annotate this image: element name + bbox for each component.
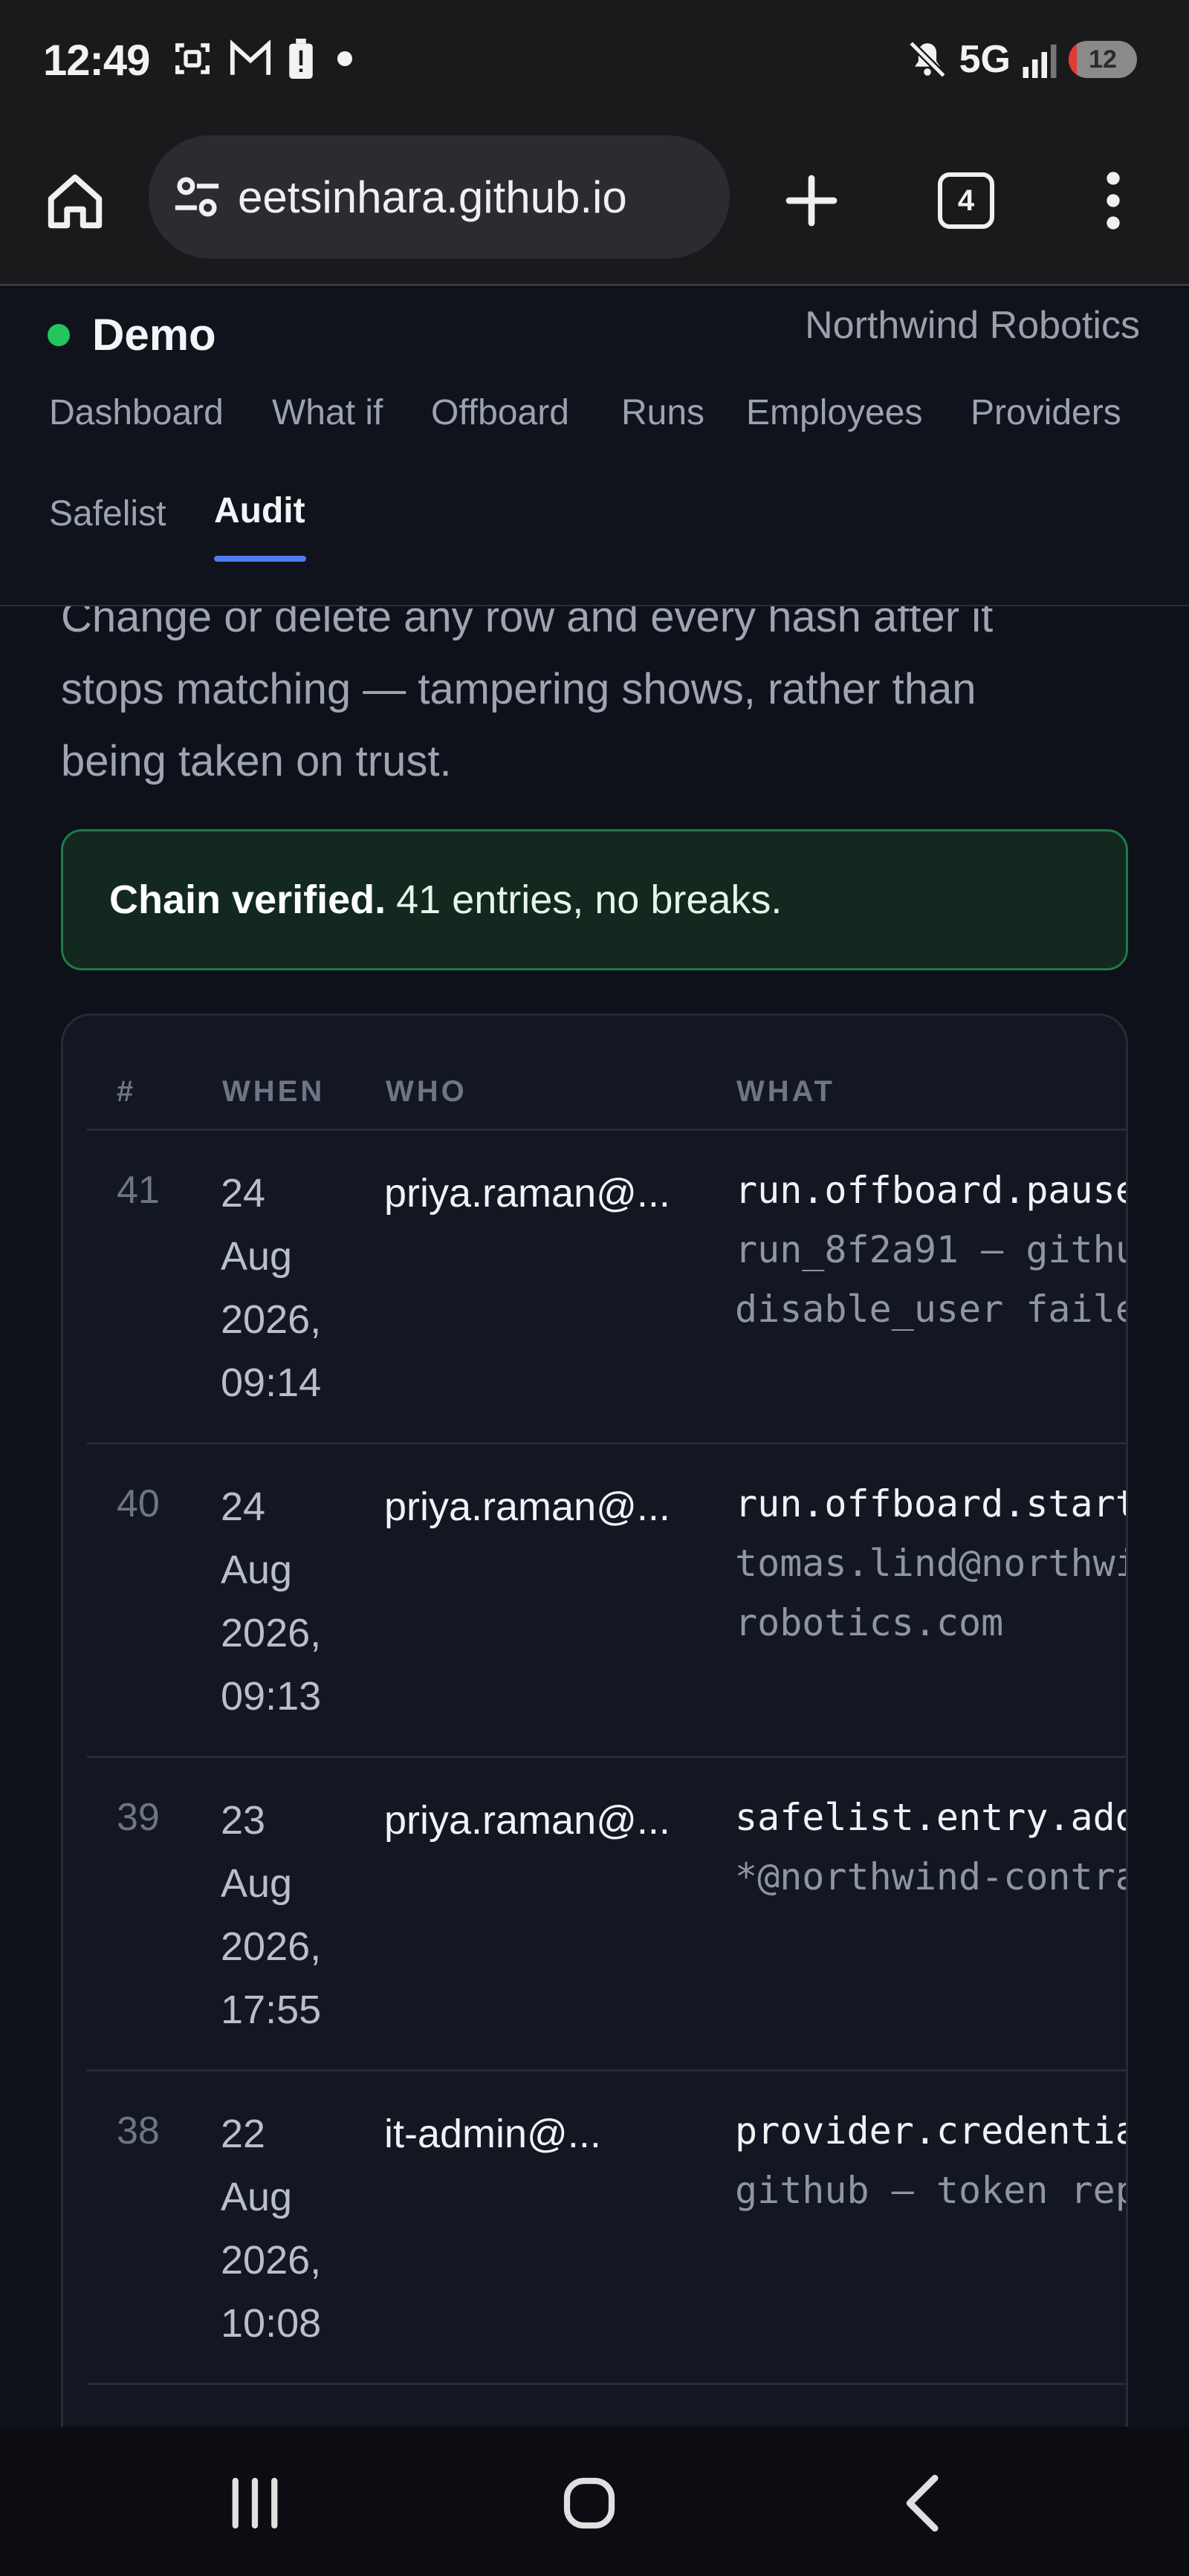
row-when: 22 Aug 2026, 10:08 bbox=[221, 2112, 322, 2346]
url-bar[interactable]: eetsinhara.github.io bbox=[149, 135, 730, 259]
row-what: run.offboard.paused run_8f2a91 — github … bbox=[735, 1161, 1128, 1339]
audit-page: Change or delete any row and every hash … bbox=[0, 606, 1189, 2427]
row-who: priya.raman@... bbox=[384, 1798, 670, 1843]
tab-switcher-button[interactable]: 4 bbox=[938, 172, 994, 229]
signal-icon bbox=[1023, 45, 1057, 78]
network-type: 5G bbox=[959, 38, 1011, 81]
chain-verified-banner: Chain verified. 41 entries, no breaks. bbox=[61, 829, 1128, 970]
row-what: provider.credentials github — token repl… bbox=[735, 2101, 1126, 2220]
row-when: 24 Aug 2026, 09:14 bbox=[221, 1171, 322, 1405]
table-row[interactable]: 41 24 Aug 2026, 09:14 priya.raman@... ru… bbox=[87, 1129, 1128, 1442]
row-detail: run_8f2a91 — github bbox=[735, 1228, 1128, 1271]
brand[interactable]: Demo bbox=[48, 309, 216, 360]
row-detail: robotics.com bbox=[735, 1601, 1004, 1644]
status-icons-left bbox=[172, 39, 360, 79]
more-menu-icon[interactable] bbox=[1098, 171, 1128, 230]
column-header-number: # bbox=[117, 1075, 137, 1108]
table-row[interactable]: 38 22 Aug 2026, 10:08 it-admin@... provi… bbox=[87, 2069, 1126, 2383]
tab-runs[interactable]: Runs bbox=[621, 392, 704, 433]
url-text[interactable]: eetsinhara.github.io bbox=[238, 172, 627, 223]
site-settings-icon[interactable] bbox=[171, 171, 223, 223]
table-row[interactable]: 39 23 Aug 2026, 17:55 priya.raman@... sa… bbox=[87, 1756, 1126, 2069]
row-when: 21 bbox=[221, 2416, 340, 2427]
battery-fill bbox=[1069, 41, 1078, 78]
recents-icon[interactable] bbox=[221, 2470, 288, 2537]
row-what: run.offboard.started tomas.lind@northwin… bbox=[735, 1474, 1126, 1652]
tab-offboard[interactable]: Offboard bbox=[431, 392, 569, 433]
screenshot-icon bbox=[175, 43, 210, 74]
mute-icon bbox=[908, 40, 946, 79]
tab-employees[interactable]: Employees bbox=[746, 392, 922, 433]
row-action: run.offboard.paused bbox=[735, 1169, 1128, 1212]
app-header: Demo Northwind Robotics Dashboard What i… bbox=[0, 288, 1189, 606]
intro-line-3: being taken on trust. bbox=[61, 737, 452, 785]
row-number: 41 bbox=[117, 1169, 160, 1212]
row-detail: github — token replaced bbox=[735, 2169, 1126, 2212]
row-action: safelist.entry.added bbox=[735, 1796, 1126, 1839]
row-number: 38 bbox=[117, 2109, 160, 2152]
verified-title: Chain verified. bbox=[109, 877, 386, 922]
tab-what-if[interactable]: What if bbox=[272, 392, 383, 433]
tab-audit[interactable]: Audit bbox=[214, 490, 305, 531]
row-when: 24 Aug 2026, 09:13 bbox=[221, 1485, 322, 1719]
battery-alert-icon bbox=[289, 39, 313, 79]
home-nav-icon[interactable] bbox=[556, 2470, 623, 2537]
row-who: priya.raman@... bbox=[384, 1171, 670, 1216]
status-icons-right: 5G 12 bbox=[906, 37, 1137, 82]
status-time: 12:49 bbox=[43, 36, 150, 85]
verified-detail: 41 entries, no breaks. bbox=[396, 877, 783, 922]
battery-icon: 12 bbox=[1069, 41, 1137, 78]
intro-line-2: stops matching — tampering shows, rather… bbox=[61, 665, 976, 713]
new-tab-icon[interactable] bbox=[782, 171, 841, 230]
tab-dashboard[interactable]: Dashboard bbox=[49, 392, 224, 433]
column-header-who: WHO bbox=[386, 1075, 467, 1108]
row-action: run.offboard.started bbox=[735, 1482, 1126, 1525]
row-action: provider.credentials bbox=[735, 2109, 1126, 2152]
dot-icon bbox=[337, 51, 352, 66]
row-number: 39 bbox=[117, 1796, 160, 1839]
row-number: 40 bbox=[117, 1482, 160, 1525]
row-who: priya.raman@... bbox=[384, 1485, 670, 1529]
row-what: safelist.entry.added *@northwind-contrac… bbox=[735, 1788, 1126, 1907]
system-nav-bar bbox=[0, 2427, 1189, 2576]
table-row[interactable]: 37 21 bbox=[87, 2383, 1126, 2427]
tab-safelist[interactable]: Safelist bbox=[49, 493, 166, 534]
row-detail: disable_user failed bbox=[735, 1288, 1128, 1331]
column-header-when: WHEN bbox=[222, 1075, 325, 1108]
table-row[interactable]: 40 24 Aug 2026, 09:13 priya.raman@... ru… bbox=[87, 1442, 1126, 1756]
audit-table: # WHEN WHO WHAT 41 24 Aug 2026, 09:14 pr… bbox=[61, 1013, 1128, 2427]
org-name: Northwind Robotics bbox=[805, 304, 1140, 347]
row-who: it-admin@... bbox=[384, 2112, 601, 2156]
brand-name: Demo bbox=[92, 310, 216, 360]
status-bar: 12:49 5G 12 bbox=[0, 0, 1189, 126]
gmail-icon bbox=[230, 39, 271, 75]
browser-toolbar: eetsinhara.github.io 4 bbox=[0, 126, 1189, 286]
active-tab-indicator bbox=[214, 556, 306, 562]
column-header-what: WHAT bbox=[736, 1075, 835, 1108]
row-detail: *@northwind-contractors bbox=[735, 1855, 1126, 1898]
tab-providers[interactable]: Providers bbox=[971, 392, 1121, 433]
row-detail: tomas.lind@northwind- bbox=[735, 1542, 1126, 1585]
back-icon[interactable] bbox=[890, 2470, 957, 2537]
row-when: 23 Aug 2026, 17:55 bbox=[221, 1798, 322, 2032]
home-icon[interactable] bbox=[43, 169, 107, 233]
battery-level: 12 bbox=[1089, 45, 1117, 74]
intro-line-1: Change or delete any row and every hash … bbox=[61, 606, 994, 641]
status-dot-icon bbox=[48, 323, 70, 346]
